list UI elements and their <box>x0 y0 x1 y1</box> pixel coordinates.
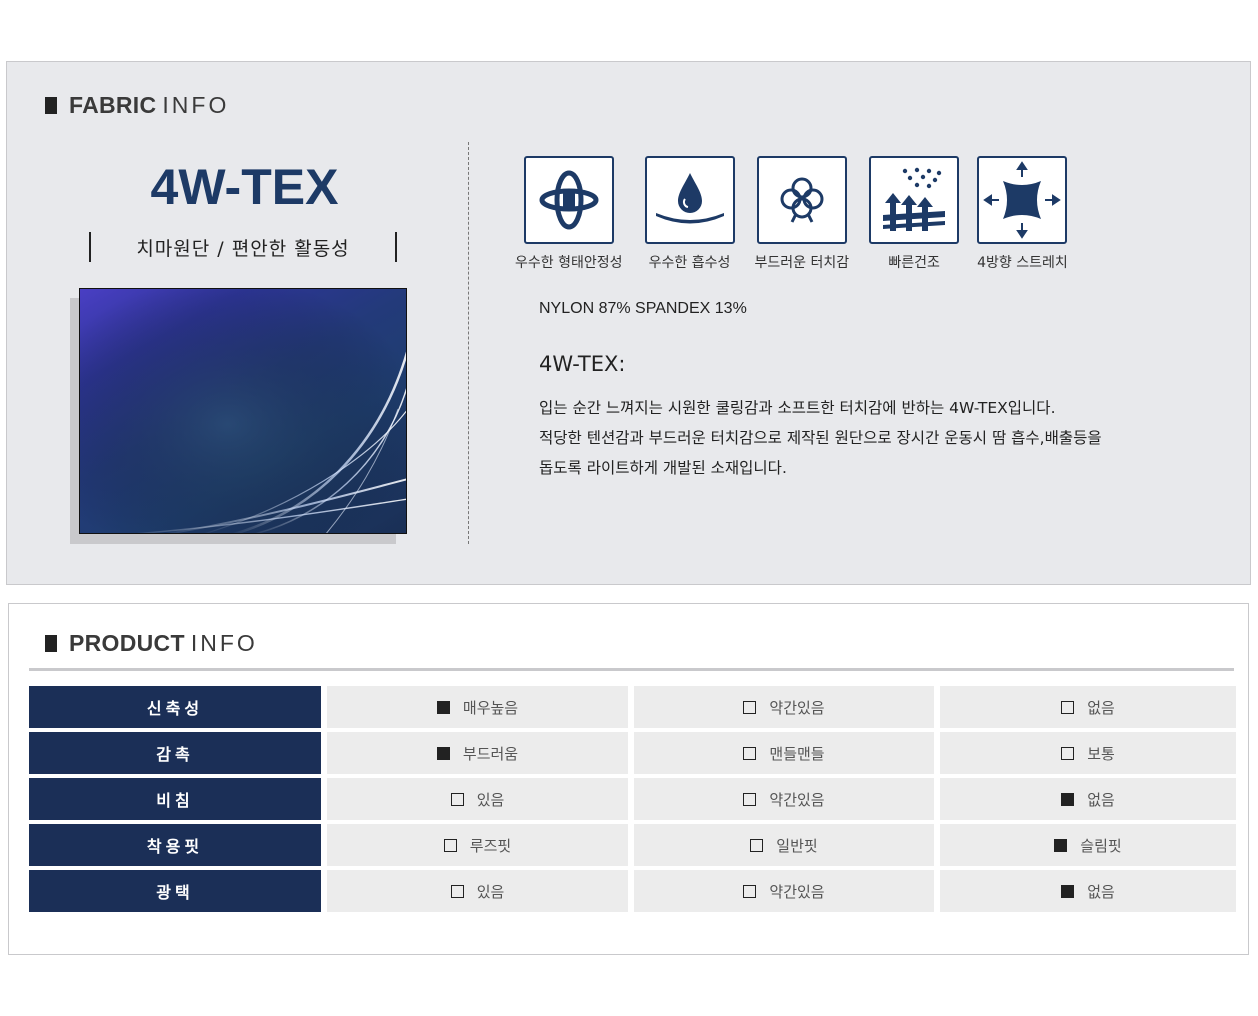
quick-dry-icon <box>869 156 960 244</box>
product-title-bold: PRODUCT <box>69 630 185 656</box>
option-cell: 있음 <box>327 778 628 820</box>
feature-label: 우수한 형태안정성 <box>515 255 623 271</box>
table-row: 신축성 매우높음 약간있음 없음 <box>29 686 1236 728</box>
vertical-divider <box>468 142 469 544</box>
option-label: 맨들맨들 <box>769 744 825 763</box>
option-cell: 약간있음 <box>634 870 934 912</box>
title-square-icon <box>45 97 57 114</box>
fabric-title-bold: FABRIC <box>69 92 157 118</box>
fabric-feature-list: 우수한 형태안정성 우수한 흡수성 부드러운 터치감 빠른건조 4방향 스트레치 <box>515 156 1068 272</box>
feature-label: 부드러운 터치감 <box>754 255 850 271</box>
option-cell: 루즈핏 <box>327 824 628 866</box>
option-cell: 약간있음 <box>634 686 934 728</box>
fabric-swatch-image <box>79 288 407 534</box>
fabric-composition: NYLON 87% SPANDEX 13% <box>539 300 747 317</box>
option-label: 약간있음 <box>769 882 825 901</box>
description-line: 적당한 텐션감과 부드러운 터치감으로 제작된 원단으로 장시간 운동시 땀 흡… <box>539 429 1102 447</box>
option-cell: 슬림핏 <box>940 824 1236 866</box>
row-header: 감촉 <box>29 732 321 774</box>
unchecked-box-icon <box>743 700 757 714</box>
checked-box-icon <box>436 700 450 714</box>
option-label: 슬림핏 <box>1080 836 1122 855</box>
row-header: 착용핏 <box>29 824 321 866</box>
table-row: 광택 있음 약간있음 없음 <box>29 870 1236 912</box>
row-header: 광택 <box>29 870 321 912</box>
option-label: 있음 <box>476 790 505 809</box>
feature-label: 빠른건조 <box>888 255 940 271</box>
unchecked-box-icon <box>450 792 464 806</box>
feature-soft-touch: 부드러운 터치감 <box>754 156 850 272</box>
description-line: 돕도록 라이트하게 개발된 소재입니다. <box>539 459 787 477</box>
option-cell: 없음 <box>940 870 1236 912</box>
checked-box-icon <box>436 746 450 760</box>
unchecked-box-icon <box>743 884 757 898</box>
option-cell: 일반핏 <box>634 824 934 866</box>
feature-shape-stability: 우수한 형태안정성 <box>515 156 623 272</box>
unchecked-box-icon <box>743 746 757 760</box>
description-line: 입는 순간 느껴지는 시원한 쿨링감과 소프트한 터치감에 반하는 4W-TEX… <box>539 399 1056 417</box>
unchecked-box-icon <box>750 838 764 852</box>
option-cell: 부드러움 <box>327 732 628 774</box>
product-title-light: INFO <box>190 630 258 656</box>
unchecked-box-icon <box>443 838 457 852</box>
unchecked-box-icon <box>743 792 757 806</box>
option-cell: 없음 <box>940 686 1236 728</box>
row-header: 신축성 <box>29 686 321 728</box>
option-label: 없음 <box>1087 882 1115 901</box>
option-cell: 맨들맨들 <box>634 732 934 774</box>
option-cell: 매우높음 <box>327 686 628 728</box>
option-cell: 약간있음 <box>634 778 934 820</box>
product-info-section: PRODUCT INFO 신축성 매우높음 약간있음 없음 감촉 부드러움 맨들맨들 보통 비침… <box>8 603 1249 955</box>
option-label: 부드러움 <box>462 744 519 763</box>
cotton-icon <box>756 156 847 244</box>
fabric-name: 4W-TEX <box>150 159 339 215</box>
unchecked-box-icon <box>1061 700 1075 714</box>
option-label: 보통 <box>1087 744 1115 763</box>
table-row: 감촉 부드러움 맨들맨들 보통 <box>29 732 1236 774</box>
fabric-info-title: FABRIC INFO <box>45 92 229 119</box>
product-attribute-table: 신축성 매우높음 약간있음 없음 감촉 부드러움 맨들맨들 보통 비침 있음 약간있음 없음 착용핏 루즈… <box>29 686 1236 916</box>
feature-four-way-stretch: 4방향 스트레치 <box>977 156 1068 272</box>
option-label: 매우높음 <box>462 698 519 717</box>
option-label: 약간있음 <box>769 790 825 809</box>
option-label: 있음 <box>476 882 505 901</box>
checked-box-icon <box>1061 884 1075 898</box>
option-cell: 없음 <box>940 778 1236 820</box>
unchecked-box-icon <box>450 884 464 898</box>
fabric-info-section: FABRIC INFO 4W-TEX 치마원단 / 편안한 활동성 우수한 형태… <box>6 61 1251 585</box>
unchecked-box-icon <box>1061 746 1075 760</box>
product-info-title: PRODUCT INFO <box>45 630 258 657</box>
stretch-icon <box>977 156 1068 244</box>
fabric-subtitle: 치마원단 / 편안한 활동성 <box>89 232 397 262</box>
title-square-icon <box>45 635 57 652</box>
option-label: 약간있음 <box>769 698 825 717</box>
checked-box-icon <box>1054 838 1068 852</box>
shape-stability-icon <box>523 156 614 244</box>
feature-label: 4방향 스트레치 <box>977 255 1068 271</box>
absorption-icon <box>644 156 735 244</box>
feature-absorption: 우수한 흡수성 <box>644 156 735 272</box>
option-label: 없음 <box>1087 790 1115 809</box>
option-label: 없음 <box>1087 698 1115 717</box>
row-header: 비침 <box>29 778 321 820</box>
checked-box-icon <box>1061 792 1075 806</box>
option-label: 일반핏 <box>776 836 818 855</box>
title-underline <box>29 668 1234 671</box>
option-cell: 보통 <box>940 732 1236 774</box>
table-row: 착용핏 루즈핏 일반핏 슬림핏 <box>29 824 1236 866</box>
fabric-title-light: INFO <box>162 92 230 118</box>
option-label: 루즈핏 <box>469 836 512 855</box>
feature-quick-dry: 빠른건조 <box>869 156 960 272</box>
feature-label: 우수한 흡수성 <box>648 255 731 271</box>
option-cell: 있음 <box>327 870 628 912</box>
description-title: 4W-TEX: <box>539 352 626 376</box>
table-row: 비침 있음 약간있음 없음 <box>29 778 1236 820</box>
